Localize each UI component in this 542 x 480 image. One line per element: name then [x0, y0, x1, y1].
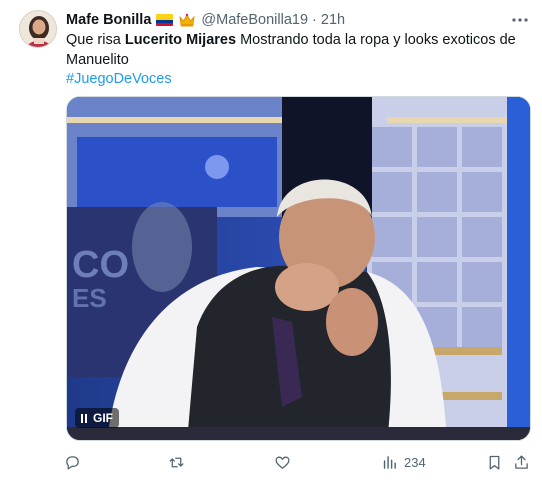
colombia-flag-icon: [156, 14, 174, 26]
gif-label: GIF: [93, 411, 113, 425]
tweet-text-bold: Lucerito Mijares: [124, 32, 237, 48]
retweet-button[interactable]: [168, 450, 185, 474]
like-button[interactable]: [274, 450, 291, 474]
action-bar: 234: [0, 450, 542, 474]
separator-dot: ·: [312, 12, 317, 28]
bookmark-button[interactable]: [486, 450, 503, 474]
reply-icon: [66, 455, 79, 470]
tweet-header: Mafe Bonilla @MafeBonilla19 · 21h: [66, 10, 345, 30]
tweet-text-start: Que risa: [66, 32, 125, 48]
share-icon: [515, 454, 528, 469]
author-name[interactable]: Mafe Bonilla: [66, 12, 151, 28]
reply-button[interactable]: [64, 450, 81, 474]
views-count: 234: [404, 454, 426, 470]
svg-text:ES: ES: [72, 283, 107, 313]
tweet-timestamp[interactable]: 21h: [321, 12, 345, 28]
pause-icon[interactable]: [81, 413, 87, 423]
gif-media[interactable]: CO ES GIF: [66, 96, 531, 441]
avatar[interactable]: [19, 10, 57, 48]
retweet-icon: [169, 457, 184, 467]
bookmark-icon: [489, 455, 500, 470]
views-button[interactable]: 234: [381, 450, 426, 474]
views-icon: [383, 455, 396, 469]
hashtag-link[interactable]: #JuegoDeVoces: [66, 70, 516, 90]
share-button[interactable]: [513, 450, 530, 474]
crown-icon: [179, 13, 195, 27]
gif-badge[interactable]: GIF: [75, 408, 119, 428]
author-handle[interactable]: @MafeBonilla19: [201, 12, 308, 28]
like-icon: [275, 456, 290, 469]
tweet-text: Que risa Lucerito Mijares Mostrando toda…: [66, 31, 516, 90]
tweet[interactable]: Mafe Bonilla @MafeBonilla19 · 21h Que ri…: [0, 0, 542, 480]
more-icon[interactable]: [510, 10, 530, 30]
svg-text:CO: CO: [72, 244, 129, 286]
